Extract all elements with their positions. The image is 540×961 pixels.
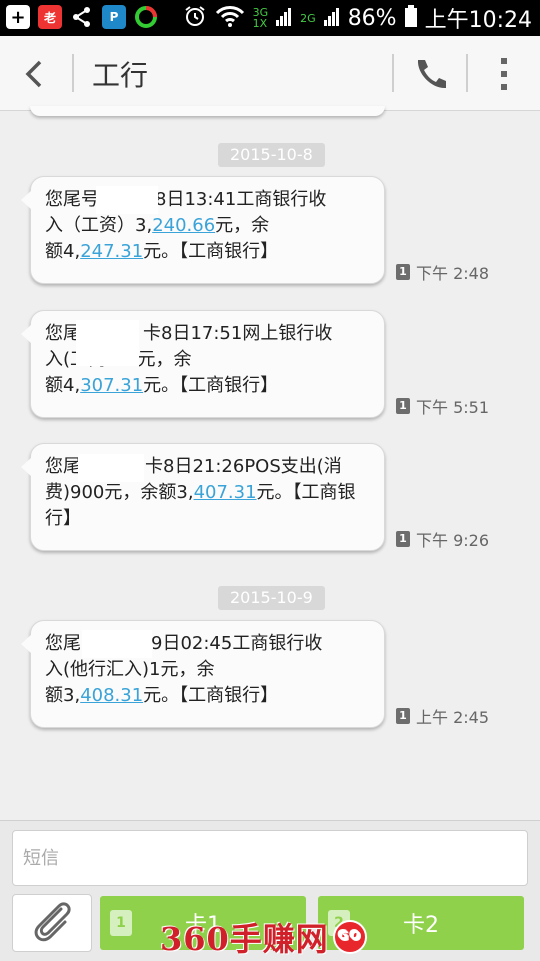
date-separator: 2015-10-8 xyxy=(218,143,325,167)
message-line: 额4,247.31元。【工商银行】 xyxy=(45,241,279,262)
clock: 上午10:24 xyxy=(424,8,532,33)
sim-card-icon: 1 xyxy=(110,910,132,936)
sms-input-placeholder: 短信 xyxy=(23,848,59,869)
watermark: 360手赚网 GO xyxy=(160,914,367,960)
message-line: 入（工资）3,240.66元，余 xyxy=(45,215,270,236)
message-line: 额4,307.31元。【工商银行】 xyxy=(45,375,279,396)
message-time: 1 上午 2:45 xyxy=(396,704,489,728)
network-type-1: 3G 1X xyxy=(252,6,269,30)
network-type-2: 2G xyxy=(300,11,316,25)
sim-card-icon: 1 xyxy=(396,264,410,280)
previous-message-bubble xyxy=(30,106,385,116)
sms-input[interactable]: 短信 xyxy=(12,830,528,886)
message-bubble[interactable]: 您尾号 8日13:41工商银行收 入（工资）3,240.66元，余 额4,247.… xyxy=(21,176,385,284)
attach-button[interactable] xyxy=(12,894,92,952)
message-line: 费)900元，余额3,407.31元。【工商银 xyxy=(45,482,356,503)
laoban-app-icon: 老 xyxy=(38,5,62,29)
amount-link[interactable]: 247.31 xyxy=(80,241,143,262)
amount-link[interactable]: 240.66 xyxy=(152,215,215,236)
message-time: 1 下午 5:51 xyxy=(396,394,489,418)
sim-card-icon: 1 xyxy=(396,708,410,724)
more-options-button[interactable] xyxy=(492,56,516,92)
sim-card-icon: 1 xyxy=(396,398,410,414)
alarm-icon xyxy=(183,4,207,32)
message-line: 行】 xyxy=(45,508,81,529)
amount-link[interactable]: 307.31 xyxy=(80,375,143,396)
signal-icon xyxy=(276,6,292,30)
app-icon: P xyxy=(102,5,126,29)
redaction-box xyxy=(78,454,144,482)
share-icon xyxy=(70,5,94,29)
paperclip-icon xyxy=(34,902,71,942)
message-time: 1 下午 2:48 xyxy=(396,260,489,284)
message-line: 入(他行汇入)1元，余 xyxy=(45,659,215,680)
signal-icon-2 xyxy=(323,6,340,30)
back-button[interactable] xyxy=(18,56,54,92)
divider xyxy=(466,54,468,92)
message-line: 额3,408.31元。【工商银行】 xyxy=(45,685,279,706)
redaction-box xyxy=(96,186,158,214)
battery-percent: 86% xyxy=(347,5,397,31)
browser-icon xyxy=(134,5,158,29)
battery-icon xyxy=(404,5,417,31)
amount-link[interactable]: 408.31 xyxy=(80,685,143,706)
phone-icon xyxy=(417,60,446,89)
redaction-box xyxy=(82,630,152,658)
send-sim2-label: 卡2 xyxy=(403,913,439,938)
message-line: 您尾号 8日13:41工商银行收 xyxy=(45,189,327,210)
sim-card-icon: 1 xyxy=(396,531,410,547)
call-button[interactable] xyxy=(410,56,450,92)
message-time: 1 下午 9:26 xyxy=(396,527,489,551)
action-bar: 工行 xyxy=(0,36,540,111)
add-icon: + xyxy=(6,5,30,29)
redaction-box xyxy=(76,320,139,366)
more-vert-icon xyxy=(501,58,507,90)
watermark-go-badge: GO xyxy=(332,920,367,954)
conversation-title: 工行 xyxy=(92,59,149,92)
wifi-icon xyxy=(215,5,245,31)
date-separator: 2015-10-9 xyxy=(218,586,325,610)
divider xyxy=(392,54,394,92)
divider xyxy=(72,54,74,92)
status-bar: + 老 P 3G 1X 2G 86% 上午10:24 xyxy=(0,0,540,36)
amount-link[interactable]: 407.31 xyxy=(194,482,257,503)
back-arrow-icon xyxy=(25,60,42,88)
